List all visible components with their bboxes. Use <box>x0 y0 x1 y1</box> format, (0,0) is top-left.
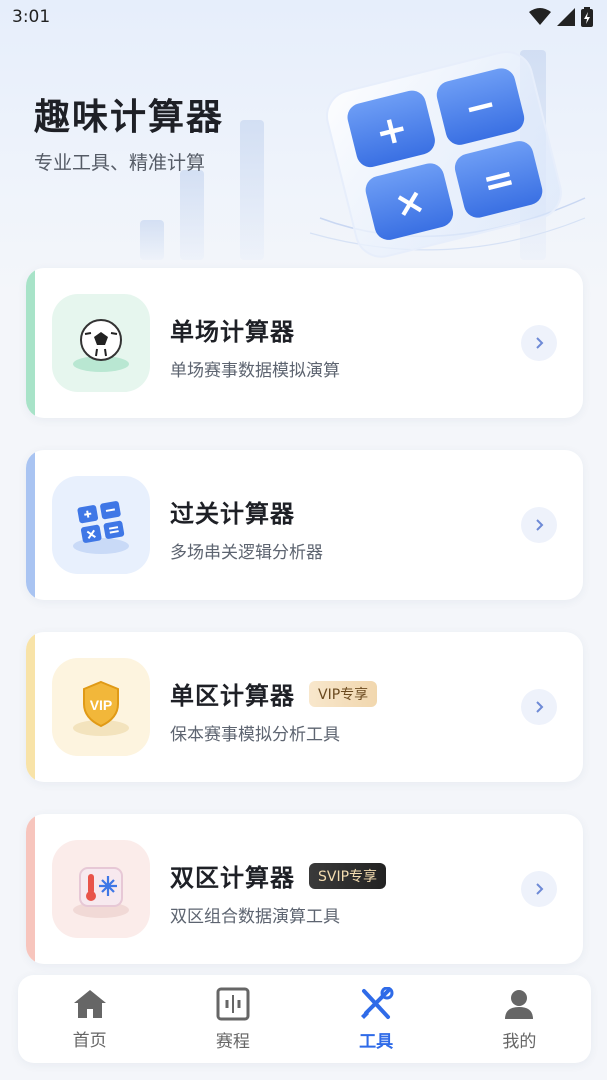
chevron-right-icon[interactable] <box>521 871 557 907</box>
calculator-illustration-icon: + − × = <box>309 50 586 258</box>
card-desc: 保本赛事模拟分析工具 <box>170 725 340 745</box>
card-single-zone-calculator[interactable]: VIP 单区计算器 VIP专享 保本赛事模拟分析工具 <box>26 632 583 782</box>
status-time: 3:01 <box>12 7 51 27</box>
card-desc: 单场赛事数据模拟演算 <box>170 361 340 381</box>
card-title: 单区计算器 <box>170 682 295 710</box>
calculator-icon <box>52 476 150 574</box>
chevron-right-icon[interactable] <box>521 325 557 361</box>
card-double-zone-calculator[interactable]: 双区计算器 SVIP专享 双区组合数据演算工具 <box>26 814 583 964</box>
tab-profile[interactable]: 我的 <box>459 987 579 1052</box>
chevron-right-icon[interactable] <box>521 507 557 543</box>
soccer-ball-icon <box>52 294 150 392</box>
signal-icon <box>557 8 575 26</box>
tab-schedule[interactable]: 赛程 <box>173 987 293 1052</box>
card-title: 单场计算器 <box>170 318 295 346</box>
tools-icon <box>361 986 394 1019</box>
svip-badge: SVIP专享 <box>309 862 387 889</box>
card-title: 双区计算器 <box>170 864 295 892</box>
vip-shield-icon: VIP <box>52 658 150 756</box>
wifi-icon <box>529 8 551 25</box>
card-desc: 多场串关逻辑分析器 <box>170 543 323 563</box>
card-parlay-calculator[interactable]: 过关计算器 多场串关逻辑分析器 <box>26 450 583 600</box>
page-subtitle: 专业工具、精准计算 <box>34 152 206 174</box>
card-title: 过关计算器 <box>170 500 295 528</box>
tab-tools[interactable]: 工具 <box>316 986 436 1052</box>
vip-badge: VIP专享 <box>309 680 378 707</box>
svg-text:VIP: VIP <box>90 697 113 713</box>
card-desc: 双区组合数据演算工具 <box>170 907 340 927</box>
status-bar: 3:01 <box>0 0 607 34</box>
schedule-icon <box>216 987 250 1020</box>
thermo-snowflake-icon <box>52 840 150 938</box>
chevron-right-icon[interactable] <box>521 689 557 725</box>
tab-home[interactable]: 首页 <box>30 988 150 1051</box>
card-single-calculator[interactable]: 单场计算器 单场赛事数据模拟演算 <box>26 268 583 418</box>
page-title: 趣味计算器 <box>34 97 225 138</box>
battery-icon <box>581 7 593 27</box>
bottom-tab-bar: 首页 赛程 工具 我的 <box>18 975 591 1063</box>
profile-icon <box>505 989 534 1019</box>
home-icon <box>73 989 106 1018</box>
